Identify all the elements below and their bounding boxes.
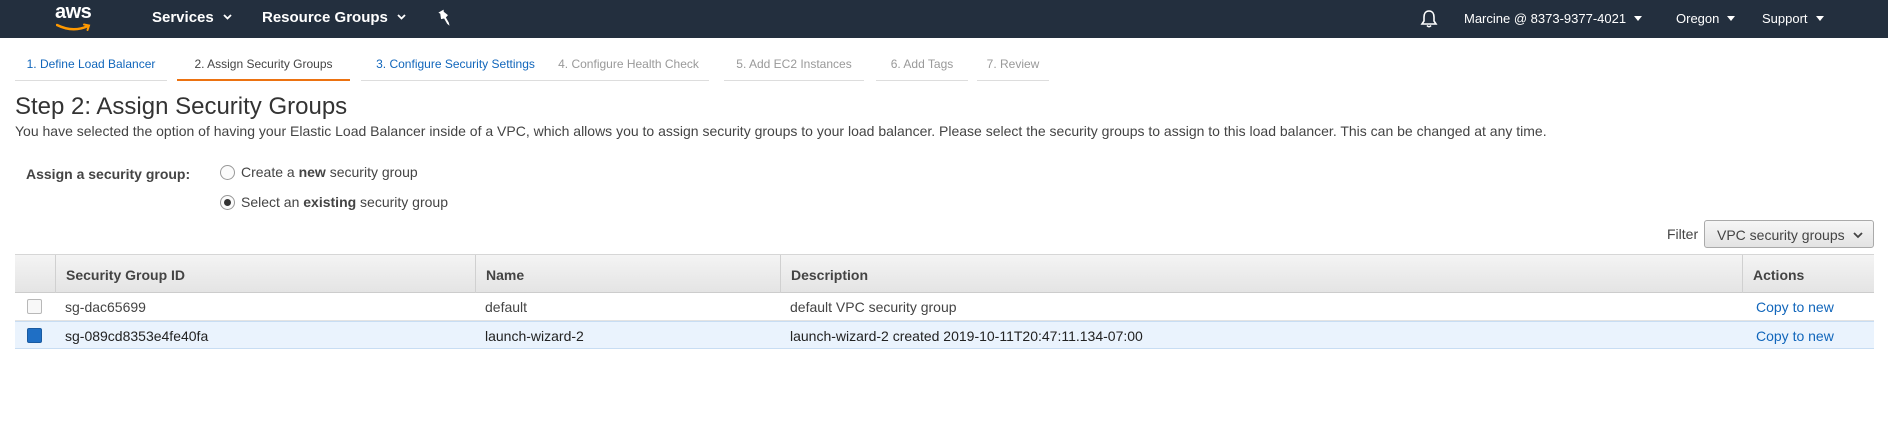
cell-description: default VPC security group (790, 299, 957, 315)
assign-security-group-label: Assign a security group: (26, 166, 191, 182)
aws-logo-text: aws (55, 1, 92, 23)
row-checkbox[interactable] (27, 299, 42, 314)
bell-icon[interactable] (1419, 9, 1439, 29)
support-menu[interactable]: Support (1762, 11, 1824, 26)
column-header-security-group-id[interactable]: Security Group ID (55, 255, 475, 293)
services-menu[interactable]: Services (152, 9, 232, 26)
radio-label-suffix: security group (325, 164, 418, 180)
column-header-name[interactable]: Name (475, 255, 780, 293)
cell-name: launch-wizard-2 (485, 328, 584, 344)
caret-down-icon (1815, 16, 1824, 21)
region-menu-label: Oregon (1676, 11, 1720, 26)
wizard-step-review: 7. Review (977, 55, 1049, 81)
copy-to-new-link[interactable]: Copy to new (1756, 328, 1834, 344)
radio-button[interactable] (220, 165, 235, 180)
top-navigation-bar: aws Services Resource Groups Marcine @ 8… (0, 0, 1888, 38)
page-title: Step 2: Assign Security Groups (15, 93, 348, 120)
table-row[interactable]: sg-dac65699 default default VPC security… (15, 293, 1874, 321)
cell-name: default (485, 299, 528, 315)
radio-label-bold: new (298, 164, 326, 180)
page-description: You have selected the option of having y… (15, 123, 1547, 139)
cell-description: launch-wizard-2 created 2019-10-11T20:47… (790, 328, 1143, 344)
row-checkbox[interactable] (27, 328, 42, 343)
wizard-step-add-ec2-instances: 5. Add EC2 Instances (724, 55, 864, 81)
column-header-actions: Actions (1742, 255, 1874, 293)
chevron-down-icon (223, 14, 232, 20)
services-menu-label: Services (152, 9, 214, 26)
radio-label-prefix: Select an (241, 194, 304, 210)
radio-select-existing-label: Select an existing security group (241, 194, 448, 210)
filter-dropdown[interactable]: VPC security groups (1704, 220, 1874, 248)
support-menu-label: Support (1762, 11, 1808, 26)
wizard-step-assign-security-groups[interactable]: 2. Assign Security Groups (177, 55, 350, 81)
account-menu-label: Marcine @ 8373-9377-4021 (1464, 11, 1627, 26)
resource-groups-menu[interactable]: Resource Groups (262, 9, 406, 26)
chevron-down-icon (1853, 232, 1863, 239)
caret-down-icon (1727, 16, 1736, 21)
radio-create-new-label: Create a new security group (241, 164, 418, 180)
pin-icon[interactable] (436, 8, 454, 28)
filter-label: Filter (1667, 226, 1699, 242)
aws-smile-icon (56, 23, 91, 31)
wizard-step-configure-security-settings[interactable]: 3. Configure Security Settings (361, 55, 550, 81)
wizard-step-define-load-balancer[interactable]: 1. Define Load Balancer (15, 55, 167, 81)
cell-security-group-id: sg-dac65699 (65, 299, 146, 315)
filter-dropdown-value: VPC security groups (1717, 227, 1845, 243)
region-menu[interactable]: Oregon (1676, 11, 1736, 26)
radio-button[interactable] (220, 195, 235, 210)
account-menu[interactable]: Marcine @ 8373-9377-4021 (1464, 11, 1643, 26)
table-header: Security Group ID Name Description Actio… (15, 254, 1874, 293)
caret-down-icon (1634, 16, 1643, 21)
aws-logo[interactable]: aws (55, 1, 97, 34)
wizard-step-configure-health-check: 4. Configure Health Check (548, 55, 709, 81)
cell-security-group-id: sg-089cd8353e4fe40fa (65, 328, 209, 344)
copy-to-new-link[interactable]: Copy to new (1756, 299, 1834, 315)
radio-label-prefix: Create a (241, 164, 299, 180)
wizard-step-add-tags: 6. Add Tags (876, 55, 968, 81)
table-header-select (15, 255, 55, 293)
resource-groups-menu-label: Resource Groups (262, 9, 388, 26)
radio-label-bold: existing (303, 194, 357, 210)
radio-label-suffix: security group (356, 194, 448, 210)
table-row[interactable]: sg-089cd8353e4fe40fa launch-wizard-2 lau… (15, 321, 1874, 349)
column-header-description[interactable]: Description (780, 255, 1760, 293)
chevron-down-icon (397, 14, 406, 20)
